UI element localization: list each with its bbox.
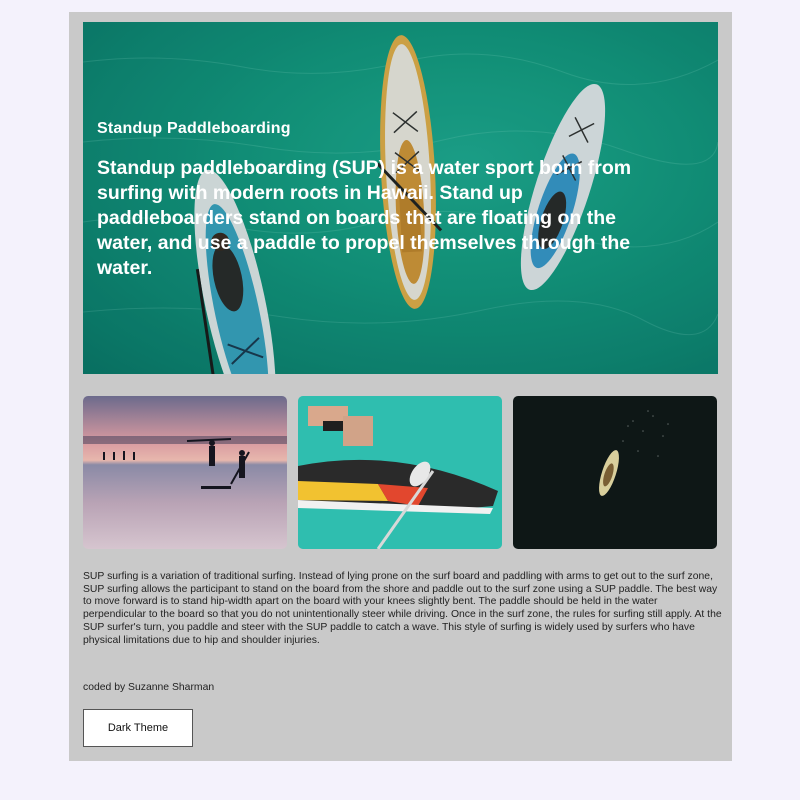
- gallery-image-dark-water: [513, 396, 717, 549]
- author-credit: coded by Suzanne Sharman: [83, 682, 215, 693]
- article-description: SUP surfing is a variation of traditiona…: [83, 571, 722, 646]
- dark-theme-button[interactable]: Dark Theme: [83, 709, 193, 747]
- hero-banner: Standup Paddleboarding Standup paddleboa…: [83, 22, 718, 374]
- hero-description: Standup paddleboarding (SUP) is a water …: [97, 157, 632, 279]
- hero-title: Standup Paddleboarding: [97, 120, 291, 137]
- gallery-image-board-closeup: [298, 396, 502, 549]
- gallery-image-sunset-paddlers: [83, 396, 287, 549]
- content-card: Standup Paddleboarding Standup paddleboa…: [69, 12, 732, 761]
